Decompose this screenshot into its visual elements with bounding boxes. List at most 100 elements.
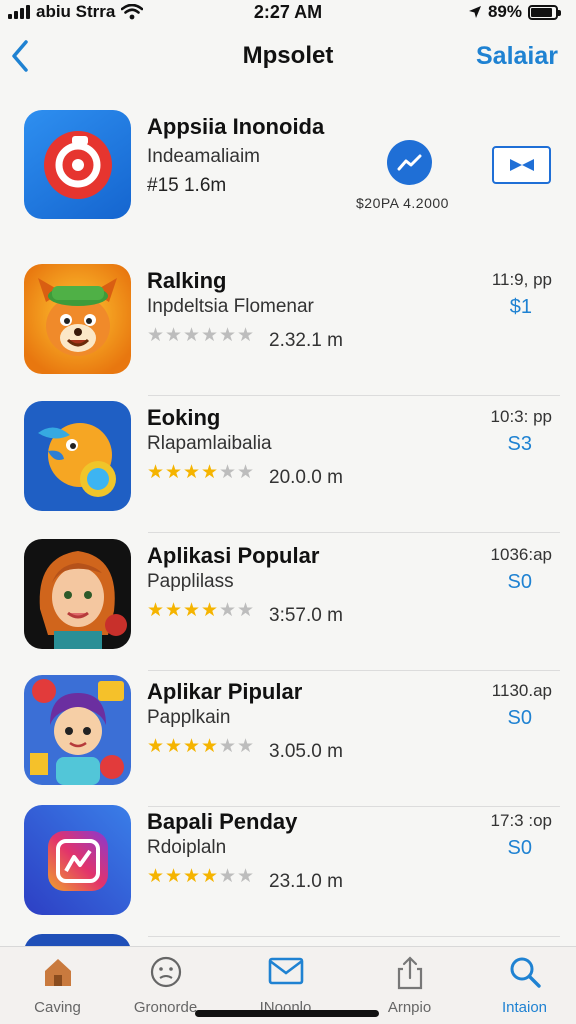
star-rating: ★ ★ ★ ★ ★ ★ [147, 463, 255, 483]
featured-meta: #15 1.6m [147, 175, 227, 196]
app-time: 17:3 :op [490, 811, 552, 830]
list-item[interactable]: Ralking Inpdeltsia Flomenar ★ ★ ★ ★ ★ ★ 2.32.… [0, 264, 576, 396]
battery-icon [528, 4, 561, 20]
star-filled-icon: ★ [147, 462, 165, 483]
price-button[interactable]: $1 [510, 296, 532, 319]
star-filled-icon: ★ [147, 866, 165, 887]
app-name: Aplikasi Popular [147, 543, 320, 568]
star-filled-icon: ★ [165, 736, 183, 757]
star-rating: ★ ★ ★ ★ ★ ★ [147, 737, 255, 757]
cartoon-kid-icon [24, 675, 131, 785]
star-empty-icon: ★ [219, 325, 237, 346]
tab-intaion[interactable]: Intaion [467, 947, 576, 1024]
app-time: 11:9, pp [491, 270, 552, 289]
app-subtitle: Papplilass [147, 571, 234, 592]
star-empty-icon: ★ [147, 325, 165, 346]
star-rating: ★ ★ ★ ★ ★ ★ [147, 601, 255, 621]
fox-character-icon [24, 264, 131, 374]
app-subtitle: Inpdeltsia Flomenar [147, 296, 314, 317]
app-subtitle: Rlapamlaibalia [147, 433, 272, 454]
star-filled-icon: ★ [201, 600, 219, 621]
battery-percent: 89% [487, 2, 522, 21]
trend-icon [397, 154, 421, 170]
star-empty-icon: ★ [237, 866, 255, 887]
star-empty-icon: ★ [219, 736, 237, 757]
star-empty-icon: ★ [165, 325, 183, 346]
star-empty-icon: ★ [219, 866, 237, 887]
price-button[interactable]: S0 [508, 837, 532, 860]
divider [148, 395, 560, 396]
mail-icon [268, 957, 303, 985]
list-item[interactable]: Aplikasi Popular Papplilass ★ ★ ★ ★ ★ ★ 3:57.… [0, 539, 576, 671]
price-button[interactable]: S3 [508, 433, 532, 456]
navigation-bar: Mpsolet Salaiar [0, 30, 576, 84]
bowtie-button[interactable] [492, 146, 551, 184]
star-filled-icon: ★ [183, 462, 201, 483]
camera-icon [24, 110, 131, 219]
divider [148, 532, 560, 533]
instagram-like-icon [24, 805, 131, 915]
star-filled-icon: ★ [147, 600, 165, 621]
star-filled-icon: ★ [165, 600, 183, 621]
star-empty-icon: ★ [201, 325, 219, 346]
face-icon [150, 956, 181, 988]
star-empty-icon: ★ [237, 462, 255, 483]
featured-subtitle: Indeamaliaim [147, 146, 260, 167]
star-filled-icon: ★ [183, 600, 201, 621]
star-rating: ★ ★ ★ ★ ★ ★ [147, 867, 255, 887]
search-icon [510, 957, 541, 988]
star-empty-icon: ★ [237, 736, 255, 757]
location-arrow-icon [468, 6, 481, 18]
app-size: 23.1.0 m [269, 871, 343, 892]
star-empty-icon: ★ [219, 462, 237, 483]
app-name: Aplikar Pipular [147, 679, 303, 704]
app-size: 3:57.0 m [269, 605, 343, 626]
share-icon [397, 956, 422, 990]
star-filled-icon: ★ [201, 866, 219, 887]
status-bar: abiu Strra 2:27 AM 89% [0, 0, 576, 26]
star-filled-icon: ★ [183, 736, 201, 757]
bird-character-icon [24, 401, 131, 511]
star-filled-icon: ★ [201, 736, 219, 757]
app-size: 3.05.0 m [269, 741, 343, 762]
price-button[interactable]: S0 [508, 707, 532, 730]
list-item[interactable]: Bapali Penday Rdoiplaln ★ ★ ★ ★ ★ ★ 23.1.0 m … [0, 805, 576, 937]
app-name: Bapali Penday [147, 809, 298, 834]
trend-button[interactable] [387, 140, 432, 185]
bowtie-icon [509, 159, 534, 171]
star-empty-icon: ★ [237, 325, 255, 346]
app-size: 20.0.0 m [269, 467, 343, 488]
home-indicator [195, 1010, 379, 1017]
star-rating: ★ ★ ★ ★ ★ ★ [147, 326, 255, 346]
star-empty-icon: ★ [237, 600, 255, 621]
list-item[interactable]: Aplikar Pipular Papplkain ★ ★ ★ ★ ★ ★ 3.05.0 … [0, 675, 576, 807]
divider [148, 670, 560, 671]
star-filled-icon: ★ [183, 866, 201, 887]
list-item[interactable]: Eoking Rlapamlaibalia ★ ★ ★ ★ ★ ★ 20.0.0 m 10… [0, 401, 576, 533]
star-filled-icon: ★ [165, 462, 183, 483]
star-filled-icon: ★ [201, 462, 219, 483]
app-time: 1130.ap [491, 681, 552, 700]
tab-label: Intaion [501, 999, 548, 1016]
app-size: 2.32.1 m [269, 330, 343, 351]
app-subtitle: Rdoiplaln [147, 837, 227, 858]
price-button[interactable]: S0 [508, 571, 532, 594]
star-empty-icon: ★ [183, 325, 201, 346]
status-right: 89% [468, 2, 561, 22]
app-name: Ralking [147, 268, 227, 293]
app-subtitle: Papplkain [147, 707, 231, 728]
home-icon [44, 959, 71, 986]
nav-action-button[interactable]: Salaiar [476, 42, 558, 71]
app-time: 1036:ap [490, 545, 552, 564]
app-time: 10:3: pp [490, 407, 552, 426]
star-filled-icon: ★ [165, 866, 183, 887]
star-empty-icon: ★ [219, 600, 237, 621]
app-name: Eoking [147, 405, 221, 430]
star-filled-icon: ★ [147, 736, 165, 757]
featured-app[interactable]: Appsiia Inonoida Indeamaliaim #15 1.6m $… [0, 108, 576, 224]
girl-portrait-icon [24, 539, 131, 649]
featured-price: $20PA 4.2000 [356, 195, 449, 211]
tab-caving[interactable]: Caving [0, 947, 115, 1024]
tab-label: Caving [34, 999, 81, 1016]
divider [148, 936, 560, 937]
